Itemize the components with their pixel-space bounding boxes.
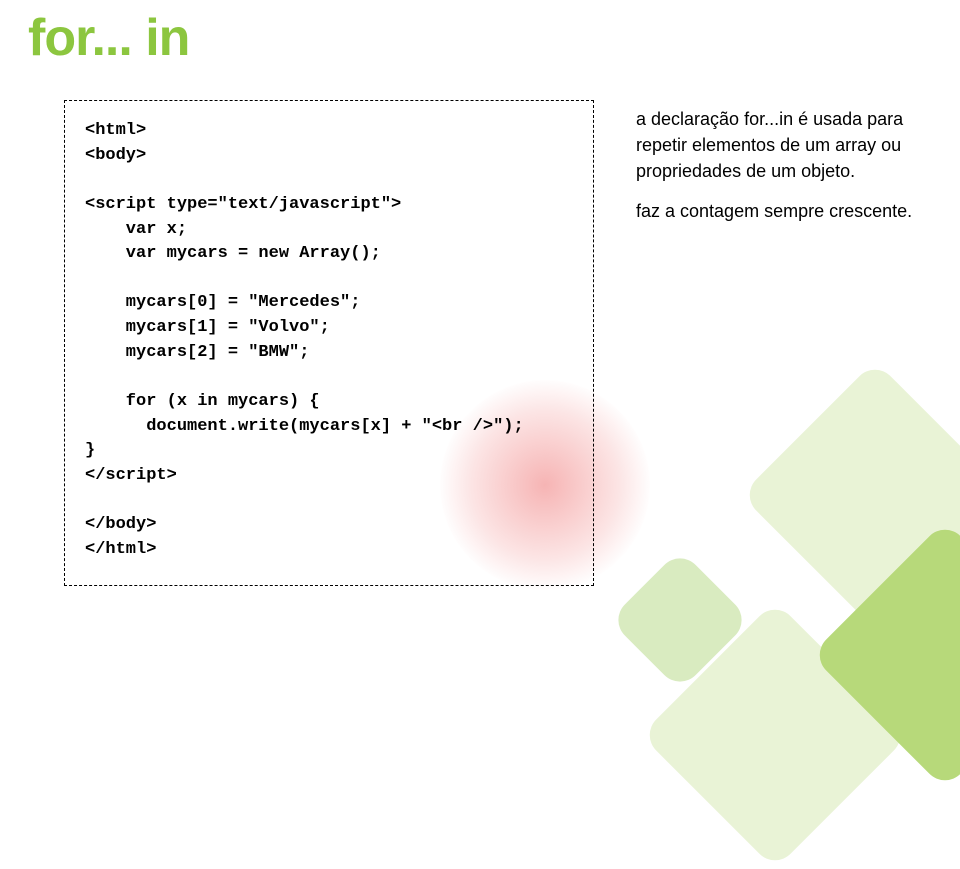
- description: a declaração for...in é usada para repet…: [636, 106, 916, 238]
- code-snippet: <html> <body> <script type="text/javascr…: [85, 119, 573, 563]
- description-paragraph-1: a declaração for...in é usada para repet…: [636, 106, 916, 184]
- slide-title: for... in: [28, 8, 189, 68]
- code-box: <html> <body> <script type="text/javascr…: [64, 100, 594, 586]
- description-paragraph-2: faz a contagem sempre crescente.: [636, 198, 916, 224]
